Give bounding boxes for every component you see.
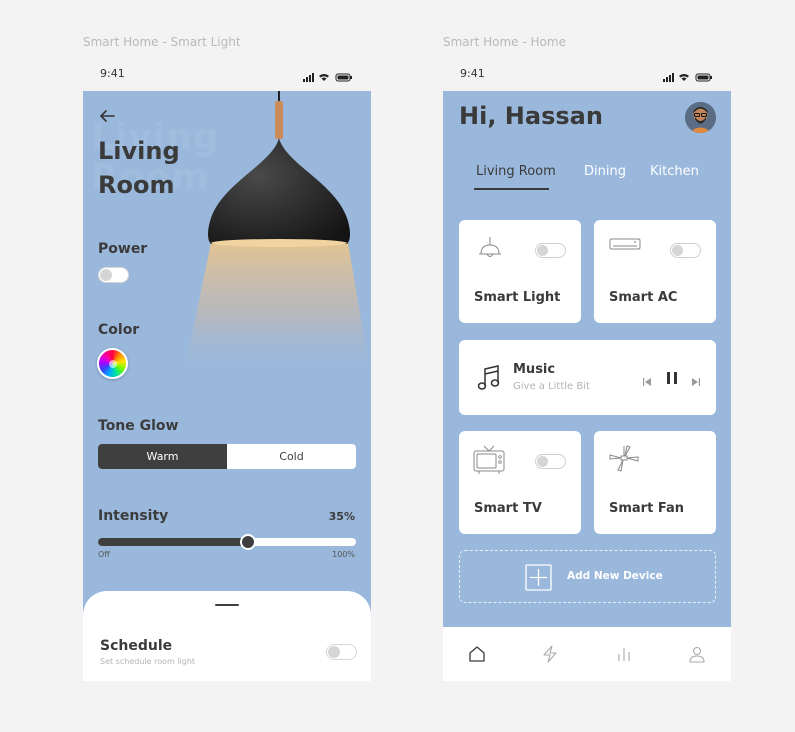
lightning-icon[interactable] <box>541 645 559 663</box>
active-tab-indicator <box>474 188 549 190</box>
pendant-lamp-icon <box>477 236 503 266</box>
slider-min-label: Off <box>98 550 110 559</box>
intensity-value: 35% <box>328 510 355 523</box>
color-label: Color <box>98 322 140 338</box>
power-toggle[interactable] <box>98 267 129 283</box>
intensity-slider-handle[interactable] <box>239 534 256 550</box>
device-card-smart-light[interactable]: Smart Light <box>459 220 581 323</box>
schedule-toggle[interactable] <box>326 644 357 660</box>
bottom-navigation <box>443 627 731 681</box>
status-icons <box>663 69 713 82</box>
air-conditioner-icon <box>609 238 641 258</box>
tv-icon <box>473 445 505 479</box>
greeting: Hi, Hassan <box>459 102 603 130</box>
device-name: Smart AC <box>609 290 678 305</box>
stats-icon[interactable] <box>615 645 633 663</box>
home-icon[interactable] <box>468 645 486 663</box>
frame-label-home: Smart Home - Home <box>443 35 566 49</box>
sheet-drag-handle[interactable] <box>215 604 239 606</box>
intensity-slider-fill <box>98 538 248 546</box>
status-time: 9:41 <box>100 67 125 80</box>
home-screen: 9:41 Hi, Hassan Living Room Dining Kitch… <box>443 58 731 681</box>
smart-tv-toggle[interactable] <box>535 454 566 469</box>
tone-glow-segmented-control: Warm Cold <box>98 444 356 469</box>
schedule-title: Schedule <box>100 638 173 654</box>
add-new-device-label: Add New Device <box>567 570 663 582</box>
tone-option-cold[interactable]: Cold <box>227 444 356 469</box>
device-card-smart-fan[interactable]: Smart Fan <box>594 431 716 534</box>
device-name: Smart TV <box>474 501 542 516</box>
next-track-icon[interactable] <box>691 372 701 391</box>
intensity-slider[interactable] <box>98 534 356 550</box>
title-line-2: Room <box>98 171 175 199</box>
tone-glow-label: Tone Glow <box>98 418 179 434</box>
music-title: Music <box>513 362 556 377</box>
plus-icon <box>525 564 552 595</box>
tab-kitchen[interactable]: Kitchen <box>650 164 699 179</box>
device-name: Smart Fan <box>609 501 684 516</box>
ceiling-fan-icon <box>608 445 640 479</box>
avatar[interactable] <box>685 102 716 133</box>
music-track: Give a Little Bit <box>513 381 590 392</box>
slider-max-label: 100% <box>332 550 355 559</box>
previous-track-icon[interactable] <box>642 372 652 391</box>
status-bar: 9:41 <box>83 58 371 91</box>
tab-dining[interactable]: Dining <box>584 164 626 179</box>
smart-light-toggle[interactable] <box>535 243 566 258</box>
device-card-smart-tv[interactable]: Smart TV <box>459 431 581 534</box>
schedule-subtitle: Set schedule room light <box>100 657 196 666</box>
music-note-icon <box>477 364 501 396</box>
smart-ac-toggle[interactable] <box>670 243 701 258</box>
device-name: Smart Light <box>474 290 561 305</box>
profile-icon[interactable] <box>688 645 706 663</box>
color-wheel-picker[interactable] <box>97 348 128 379</box>
schedule-sheet: Schedule Set schedule room light <box>83 591 371 681</box>
title-line-1: Living <box>98 137 180 165</box>
intensity-label: Intensity <box>98 508 169 524</box>
page-title: Living Room <box>98 134 180 202</box>
pendant-lamp-illustration <box>183 58 371 398</box>
status-time: 9:41 <box>460 67 485 80</box>
frame-label-smart-light: Smart Home - Smart Light <box>83 35 241 49</box>
status-icons <box>303 69 353 82</box>
status-bar: 9:41 <box>443 58 731 91</box>
smart-light-screen: 9:41 Living Room Living Room Power Color… <box>83 58 371 681</box>
tone-option-warm[interactable]: Warm <box>98 444 227 469</box>
pause-icon[interactable] <box>666 370 678 389</box>
device-card-smart-ac[interactable]: Smart AC <box>594 220 716 323</box>
power-label: Power <box>98 241 148 257</box>
music-card[interactable]: Music Give a Little Bit <box>459 340 716 415</box>
add-new-device-button[interactable]: Add New Device <box>459 550 716 603</box>
tab-living-room[interactable]: Living Room <box>476 164 556 179</box>
